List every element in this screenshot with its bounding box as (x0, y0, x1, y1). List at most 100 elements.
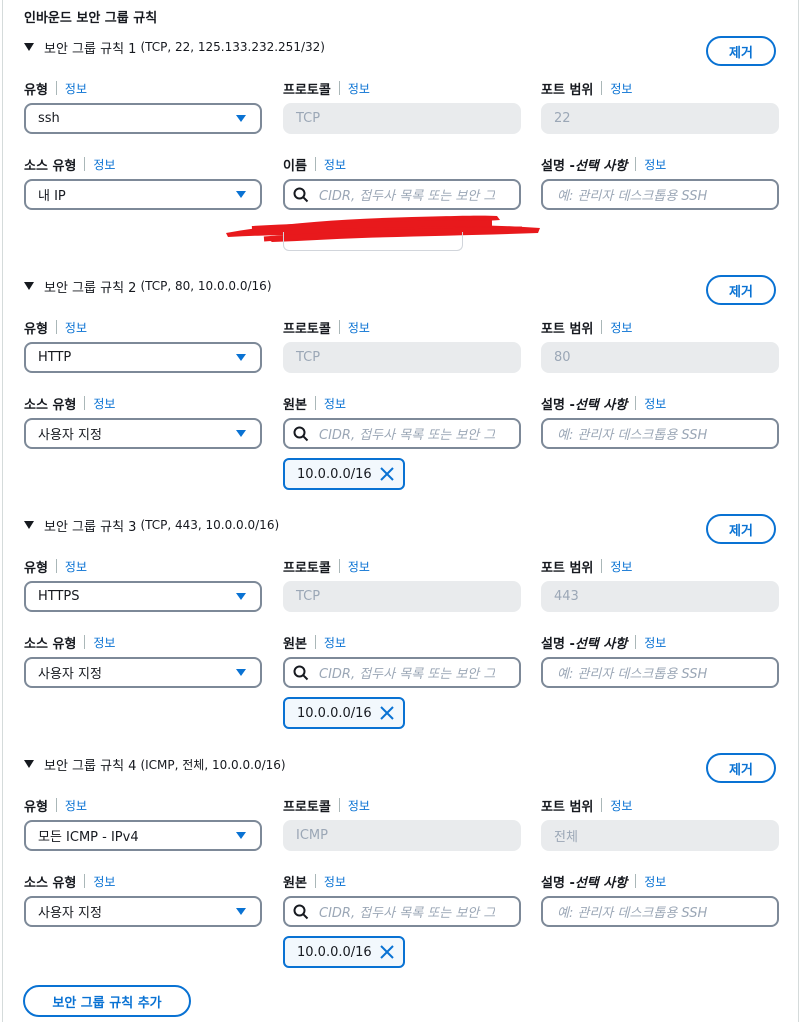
info-link[interactable]: 정보 (644, 873, 666, 890)
info-link[interactable]: 정보 (65, 558, 87, 575)
description-label-optional-text: 선택 사항 (574, 397, 628, 413)
security-group-rule: 보안 그룹 규칙 4 (ICMP, 전체, 10.0.0.0/16) 제거 유형 정보 프… (0, 753, 812, 992)
info-link[interactable]: 정보 (324, 395, 346, 412)
search-placeholder: CIDR, 접두사 목록 또는 보안 그 (319, 667, 496, 682)
info-link[interactable]: 정보 (65, 80, 87, 97)
type-select[interactable]: ssh (24, 103, 262, 134)
source-type-select[interactable]: 내 IP (24, 179, 262, 210)
source-type-select[interactable]: 사용자 지정 (24, 657, 262, 688)
info-link[interactable]: 정보 (610, 558, 632, 575)
label-separator (314, 635, 316, 649)
protocol-label: 프로토콜 정보 (283, 318, 370, 337)
search-placeholder: CIDR, 접두사 목록 또는 보안 그 (319, 906, 496, 921)
info-link[interactable]: 정보 (644, 634, 666, 651)
source-search-input[interactable]: CIDR, 접두사 목록 또는 보안 그 (283, 418, 521, 449)
rule-header[interactable]: 보안 그룹 규칙 4 (ICMP, 전체, 10.0.0.0/16) (24, 753, 286, 775)
description-label: 설명 - 선택 사항 정보 (541, 155, 666, 174)
source-label: 이름 정보 (283, 155, 346, 174)
source-search-input[interactable]: CIDR, 접두사 목록 또는 보안 그 (283, 896, 521, 927)
protocol-label-text: 프로토콜 (283, 82, 331, 98)
caret-down-icon[interactable] (24, 760, 34, 768)
caret-down-icon[interactable] (24, 43, 34, 51)
port-range-field: 22 (541, 103, 779, 134)
info-link[interactable]: 정보 (93, 634, 115, 651)
rule-header[interactable]: 보안 그룹 규칙 1 (TCP, 22, 125.133.232.251/32) (24, 36, 325, 58)
close-icon[interactable] (380, 945, 394, 959)
caret-down-icon[interactable] (24, 521, 34, 529)
description-input[interactable]: 예: 관리자 데스크톱용 SSH (541, 179, 779, 210)
type-value: ssh (38, 111, 60, 126)
port-range-value: 22 (554, 111, 571, 126)
info-link[interactable]: 정보 (65, 319, 87, 336)
label-separator (55, 798, 57, 812)
description-input[interactable]: 예: 관리자 데스크톱용 SSH (541, 657, 779, 688)
close-icon[interactable] (380, 467, 394, 481)
info-link[interactable]: 정보 (348, 797, 370, 814)
rule-header[interactable]: 보안 그룹 규칙 2 (TCP, 80, 10.0.0.0/16) (24, 275, 272, 297)
caret-down-icon (236, 593, 246, 600)
close-icon[interactable] (380, 706, 394, 720)
source-search-input[interactable]: CIDR, 접두사 목록 또는 보안 그 (283, 657, 521, 688)
rule-summary: (TCP, 22, 125.133.232.251/32) (140, 40, 325, 54)
source-search-input[interactable]: CIDR, 접두사 목록 또는 보안 그 (283, 179, 521, 210)
label-separator (338, 81, 340, 95)
info-link[interactable]: 정보 (644, 156, 666, 173)
info-link[interactable]: 정보 (348, 558, 370, 575)
rule-header[interactable]: 보안 그룹 규칙 3 (TCP, 443, 10.0.0.0/16) (24, 514, 279, 536)
source-label: 원본 정보 (283, 394, 346, 413)
info-link[interactable]: 정보 (93, 156, 115, 173)
type-select[interactable]: HTTPS (24, 581, 262, 612)
info-link[interactable]: 정보 (65, 797, 87, 814)
cidr-token-label: 10.0.0.0/16 (297, 705, 372, 721)
cidr-token-label: 10.0.0.0/16 (297, 466, 372, 482)
info-link[interactable]: 정보 (324, 634, 346, 651)
caret-down-icon (236, 908, 246, 915)
caret-down-icon (236, 191, 246, 198)
caret-down-icon[interactable] (24, 282, 34, 290)
label-separator (338, 798, 340, 812)
label-separator (84, 396, 86, 410)
caret-down-icon (236, 669, 246, 676)
info-link[interactable]: 정보 (93, 873, 115, 890)
description-label-optional-text: 선택 사항 (574, 158, 628, 174)
rule-title: 보안 그룹 규칙 4 (44, 758, 137, 774)
info-link[interactable]: 정보 (644, 395, 666, 412)
port-range-label-text: 포트 범위 (541, 82, 594, 98)
source-type-label: 소스 유형 정보 (24, 633, 115, 652)
port-range-label: 포트 범위 정보 (541, 796, 632, 815)
info-link[interactable]: 정보 (610, 80, 632, 97)
source-type-select[interactable]: 사용자 지정 (24, 418, 262, 449)
source-type-select[interactable]: 사용자 지정 (24, 896, 262, 927)
cidr-token: 10.0.0.0/16 (283, 697, 405, 729)
description-label-optional-text: 선택 사항 (574, 636, 628, 652)
label-separator (601, 320, 603, 334)
label-separator (55, 81, 57, 95)
description-input[interactable]: 예: 관리자 데스크톱용 SSH (541, 896, 779, 927)
add-rule-button[interactable]: 보안 그룹 규칙 추가 (23, 985, 191, 1017)
protocol-field: TCP (283, 342, 521, 373)
caret-down-icon (236, 354, 246, 361)
remove-rule-button[interactable]: 제거 (706, 753, 776, 783)
description-input[interactable]: 예: 관리자 데스크톱용 SSH (541, 418, 779, 449)
info-link[interactable]: 정보 (610, 319, 632, 336)
port-range-label: 포트 범위 정보 (541, 318, 632, 337)
remove-rule-button[interactable]: 제거 (706, 514, 776, 544)
remove-rule-button[interactable]: 제거 (706, 275, 776, 305)
protocol-value: TCP (296, 350, 321, 365)
source-label: 원본 정보 (283, 872, 346, 891)
info-link[interactable]: 정보 (348, 80, 370, 97)
description-label-text: 설명 - (541, 875, 575, 891)
info-link[interactable]: 정보 (324, 156, 346, 173)
info-link[interactable]: 정보 (324, 873, 346, 890)
protocol-value: ICMP (296, 828, 328, 843)
label-separator (84, 874, 86, 888)
info-link[interactable]: 정보 (348, 319, 370, 336)
port-range-label-text: 포트 범위 (541, 799, 594, 815)
info-link[interactable]: 정보 (93, 395, 115, 412)
source-type-label-text: 소스 유형 (24, 158, 77, 174)
type-select[interactable]: HTTP (24, 342, 262, 373)
remove-rule-button[interactable]: 제거 (706, 36, 776, 66)
type-select[interactable]: 모든 ICMP - IPv4 (24, 820, 262, 851)
type-label-text: 유형 (24, 82, 48, 98)
info-link[interactable]: 정보 (610, 797, 632, 814)
